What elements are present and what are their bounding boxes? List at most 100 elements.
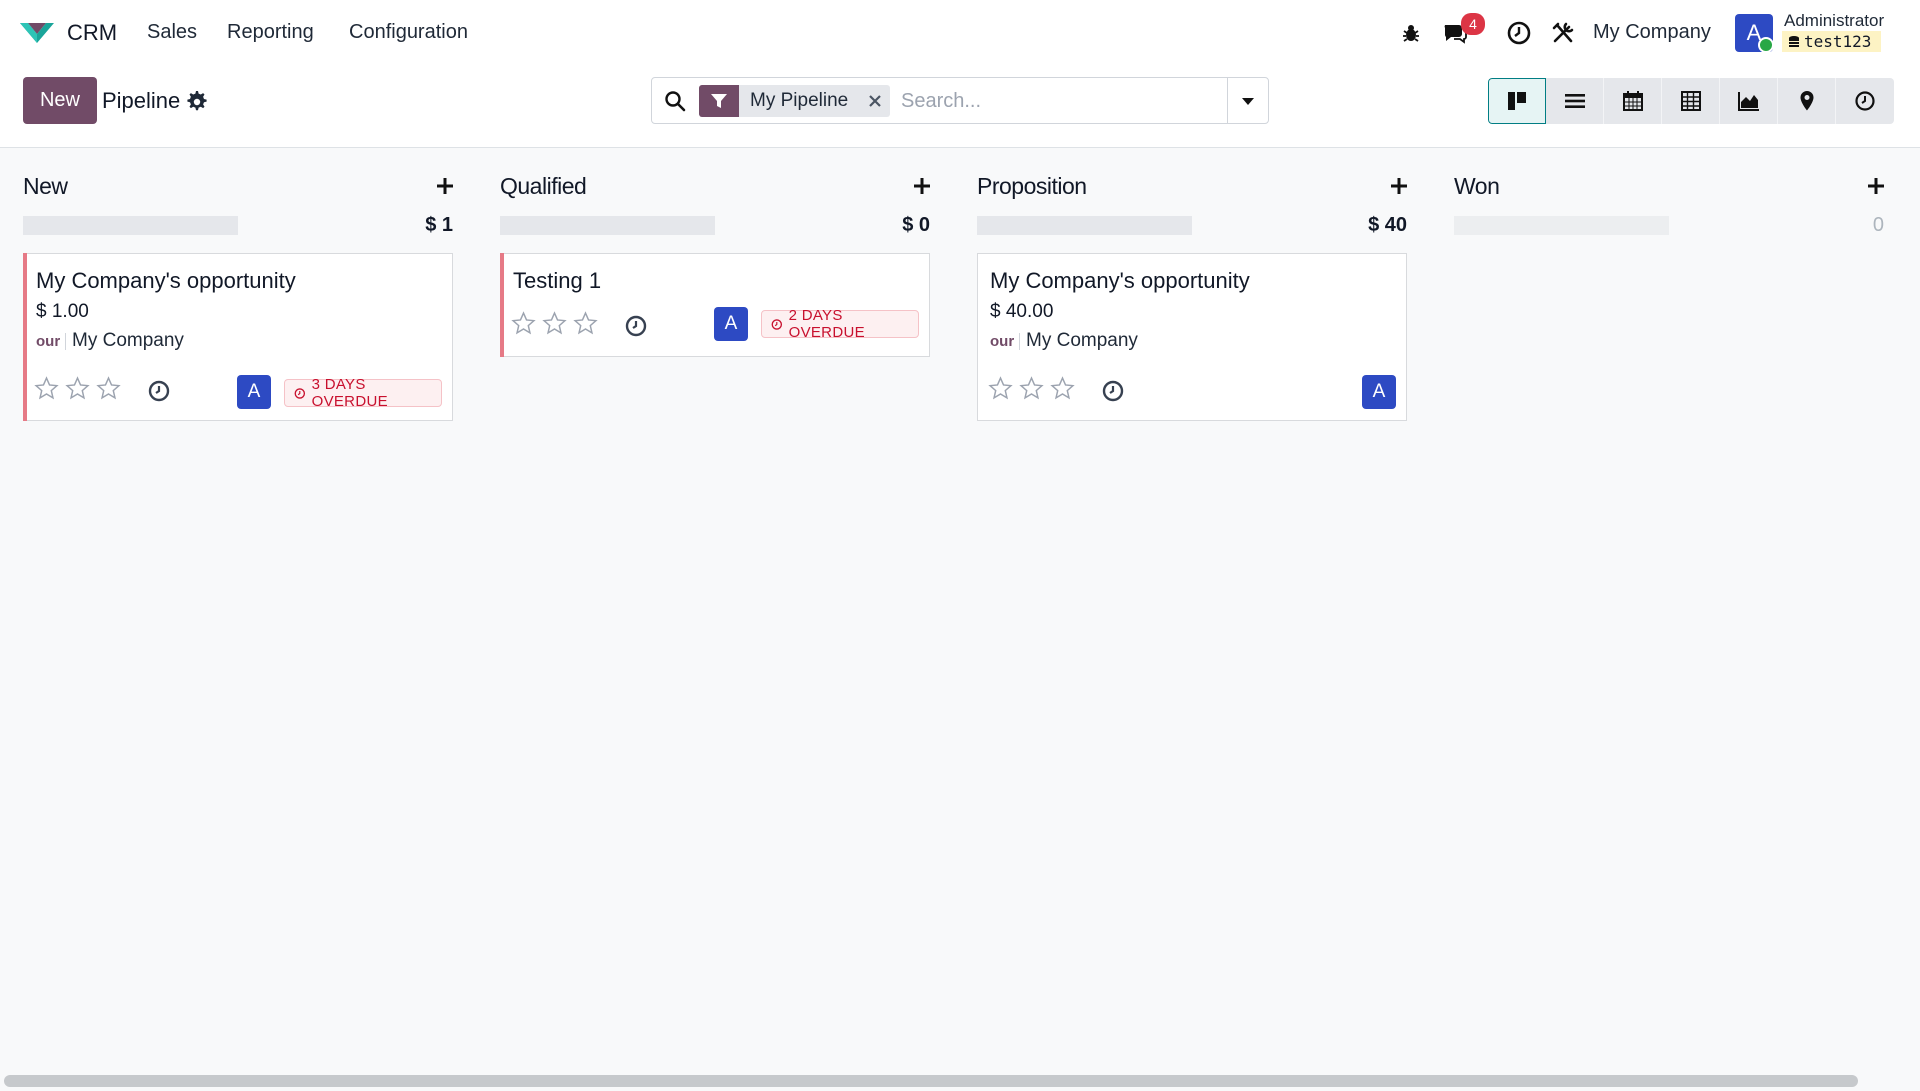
kanban-card[interactable]: Testing 1 A 2 DAYS OVERDUE xyxy=(500,253,930,357)
plus-icon[interactable] xyxy=(432,173,458,199)
star-icon[interactable] xyxy=(573,311,598,336)
salesperson-avatar[interactable]: A xyxy=(1362,375,1396,409)
column-title[interactable]: New xyxy=(23,173,68,200)
kanban-card[interactable]: My Company's opportunity $ 40.00 our My … xyxy=(977,253,1407,421)
salesperson-avatar[interactable]: A xyxy=(237,375,271,409)
card-footer: A 3 DAYS OVERDUE xyxy=(34,375,442,412)
crm-logo-icon[interactable] xyxy=(18,19,56,47)
card-amount: $ 1.00 xyxy=(36,301,89,322)
column-progress-bar[interactable] xyxy=(1454,216,1669,235)
overdue-label: 3 DAYS OVERDUE xyxy=(311,376,388,410)
card-title: My Company's opportunity xyxy=(990,268,1250,293)
clock-icon xyxy=(294,387,306,399)
column-total: $ 40 xyxy=(1368,214,1407,236)
map-pin-icon xyxy=(1800,91,1813,111)
facet-label: My Pipeline xyxy=(750,90,849,111)
activity-clock-icon[interactable] xyxy=(624,314,648,338)
clock-icon xyxy=(771,318,783,330)
partner-logo: our xyxy=(36,332,66,350)
horizontal-scrollbar[interactable] xyxy=(4,1075,1858,1087)
view-list-button[interactable] xyxy=(1546,78,1604,124)
star-icon[interactable] xyxy=(542,311,567,336)
column-total: 0 xyxy=(1872,214,1884,236)
activity-clock-icon[interactable] xyxy=(1101,379,1125,403)
overdue-ribbon xyxy=(500,253,504,357)
star-icon[interactable] xyxy=(511,311,536,336)
clock-icon xyxy=(1855,91,1875,111)
card-partner: our My Company xyxy=(990,330,1138,352)
area-chart-icon xyxy=(1737,92,1759,111)
column-total: $ 1 xyxy=(425,214,453,236)
column-progress-bar[interactable] xyxy=(977,216,1192,235)
list-icon xyxy=(1564,94,1585,108)
database-icon xyxy=(1789,35,1799,47)
star-icon[interactable] xyxy=(34,376,59,401)
star-icon[interactable] xyxy=(1050,376,1075,401)
column-title[interactable]: Proposition xyxy=(977,173,1087,200)
menu-sales[interactable]: Sales xyxy=(147,21,197,44)
priority-stars xyxy=(34,376,121,401)
user-name[interactable]: Administrator xyxy=(1784,11,1884,31)
database-name: test123 xyxy=(1804,32,1872,51)
search-facet-my-pipeline: My Pipeline xyxy=(699,85,891,117)
salesperson-avatar[interactable]: A xyxy=(714,307,748,341)
menu-configuration[interactable]: Configuration xyxy=(349,21,468,44)
search-icon[interactable] xyxy=(664,90,686,112)
card-title: Testing 1 xyxy=(513,268,602,293)
view-map-button[interactable] xyxy=(1778,78,1836,124)
column-title[interactable]: Qualified xyxy=(500,173,587,200)
view-activity-button[interactable] xyxy=(1836,78,1894,124)
online-status-dot xyxy=(1758,37,1774,53)
clock-icon[interactable] xyxy=(1504,18,1534,48)
view-graph-button[interactable] xyxy=(1720,78,1778,124)
view-switcher xyxy=(1488,78,1894,124)
card-amount: $ 40.00 xyxy=(990,301,1054,322)
overdue-badge: 3 DAYS OVERDUE xyxy=(284,376,442,410)
card-title: My Company's opportunity xyxy=(36,268,296,293)
database-badge: test123 xyxy=(1782,31,1882,52)
view-kanban-button[interactable] xyxy=(1488,78,1546,124)
priority-stars xyxy=(511,311,598,336)
plus-icon[interactable] xyxy=(1386,173,1412,199)
overdue-ribbon xyxy=(23,253,27,421)
search-input[interactable] xyxy=(901,86,1261,116)
card-footer: A 2 DAYS OVERDUE xyxy=(511,307,919,347)
star-icon[interactable] xyxy=(96,376,121,401)
menu-reporting[interactable]: Reporting xyxy=(227,21,314,44)
activity-clock-icon[interactable] xyxy=(147,379,171,403)
kanban-icon xyxy=(1508,92,1526,110)
kanban-card[interactable]: My Company's opportunity $ 1.00 our My C… xyxy=(23,253,453,421)
card-footer: A xyxy=(988,375,1396,412)
star-icon[interactable] xyxy=(1019,376,1044,401)
bug-icon[interactable] xyxy=(1396,18,1426,48)
filter-icon xyxy=(699,85,739,117)
priority-stars xyxy=(988,376,1075,401)
search-bar: My Pipeline xyxy=(651,77,1269,124)
column-progress-bar[interactable] xyxy=(23,216,238,235)
view-pivot-button[interactable] xyxy=(1662,78,1720,124)
partner-name: My Company xyxy=(1026,330,1138,351)
gear-icon[interactable] xyxy=(184,89,208,113)
app-name[interactable]: CRM xyxy=(67,20,117,46)
new-button[interactable]: New xyxy=(23,77,97,124)
page-title: Pipeline xyxy=(102,88,181,113)
company-switcher[interactable]: My Company xyxy=(1593,21,1711,44)
remove-facet-icon[interactable] xyxy=(860,85,890,117)
view-calendar-button[interactable] xyxy=(1604,78,1662,124)
search-options-toggle[interactable] xyxy=(1227,78,1268,123)
plus-icon[interactable] xyxy=(909,173,935,199)
plus-icon[interactable] xyxy=(1863,173,1889,199)
tools-icon[interactable] xyxy=(1548,18,1578,48)
column-title[interactable]: Won xyxy=(1454,173,1500,200)
card-partner: our My Company xyxy=(36,330,184,352)
kanban-board: New $ 1 My Company's opportunity $ 1.00 … xyxy=(0,149,1920,1069)
calendar-icon xyxy=(1622,91,1643,111)
star-icon[interactable] xyxy=(65,376,90,401)
star-icon[interactable] xyxy=(988,376,1013,401)
column-progress-bar[interactable] xyxy=(500,216,715,235)
pivot-table-icon xyxy=(1680,91,1701,111)
messages-count-badge: 4 xyxy=(1461,13,1485,35)
overdue-badge: 2 DAYS OVERDUE xyxy=(761,307,919,341)
column-total: $ 0 xyxy=(902,214,930,236)
top-navbar: CRM Sales Reporting Configuration 4 My C… xyxy=(0,0,1920,66)
